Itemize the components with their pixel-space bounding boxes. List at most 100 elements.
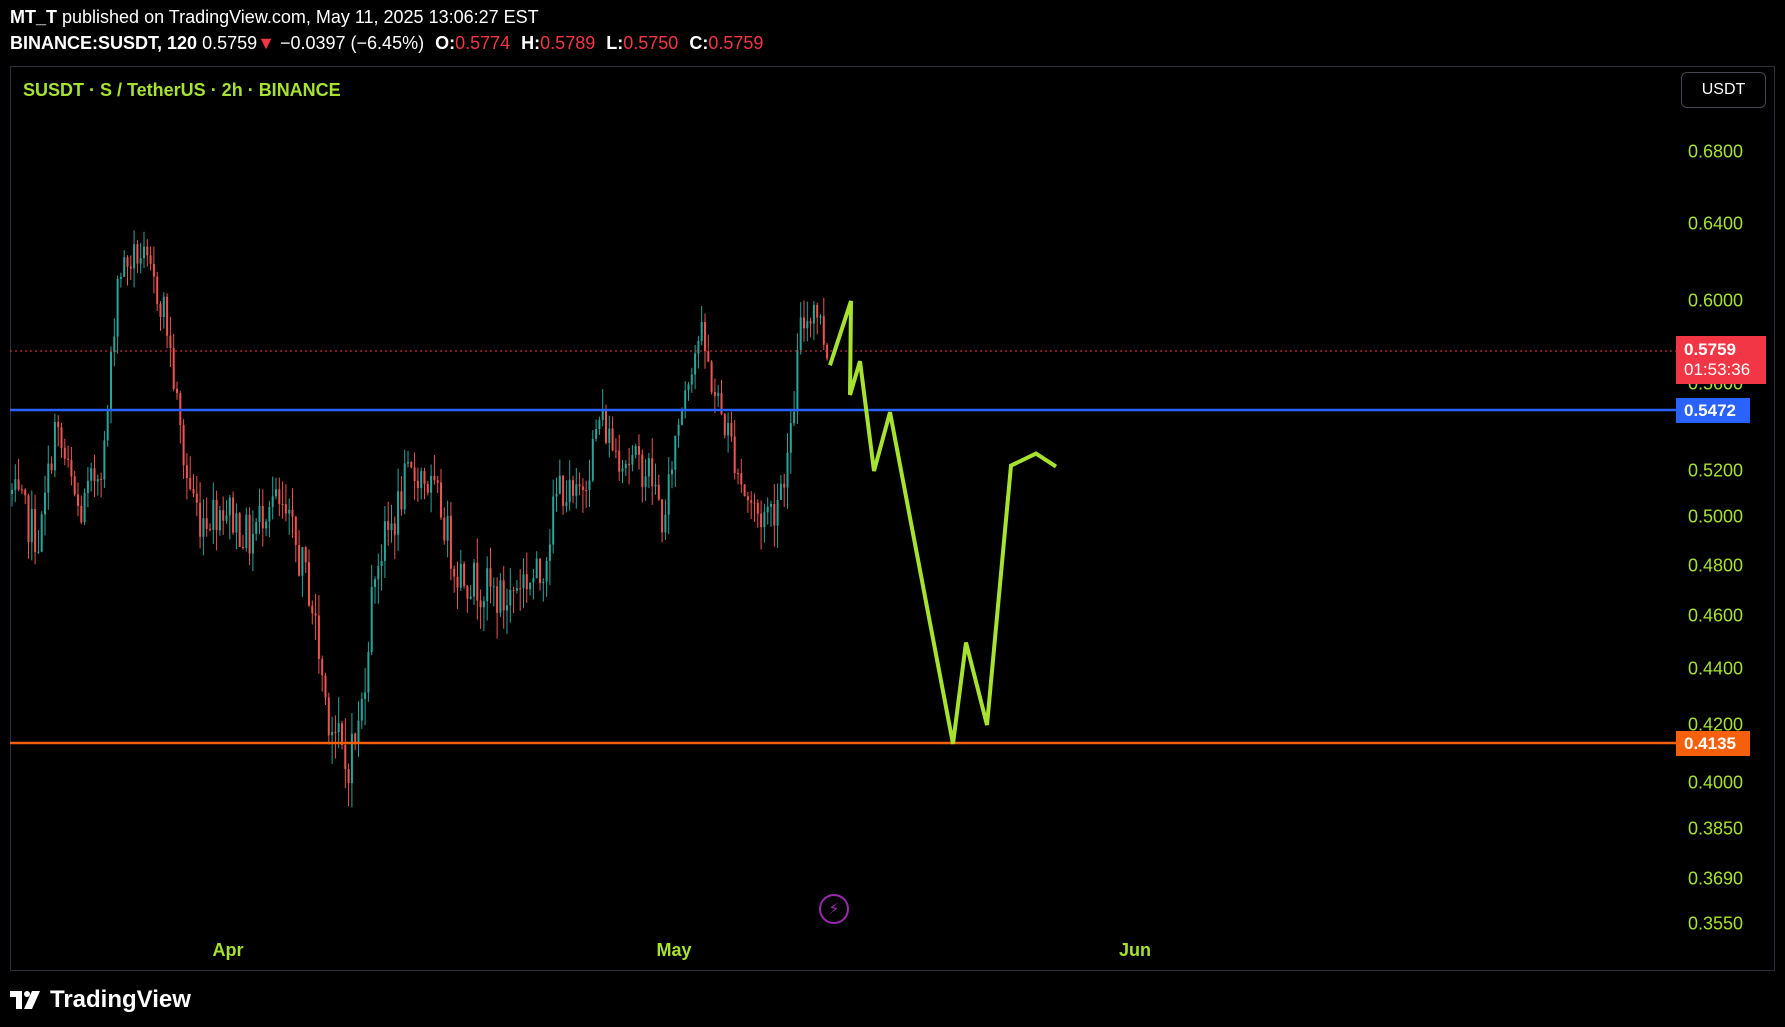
candle-body xyxy=(314,613,317,616)
candle-body xyxy=(463,563,466,586)
candle-body xyxy=(489,568,492,587)
candle-body xyxy=(469,596,472,599)
candle-body xyxy=(750,500,753,503)
candle-body xyxy=(90,468,93,481)
candle-body xyxy=(291,509,294,517)
candle-body xyxy=(205,518,208,529)
candle-body xyxy=(228,497,231,516)
candle-body xyxy=(565,502,568,506)
candle-body xyxy=(826,344,829,359)
candle-body xyxy=(710,361,713,393)
candle-body xyxy=(539,558,541,584)
candle-body xyxy=(486,568,489,602)
candle-body xyxy=(585,490,588,491)
candle-body xyxy=(515,588,518,591)
candle-body xyxy=(258,506,261,522)
candle-body xyxy=(499,580,502,613)
orange-level-badge: 0.4135 xyxy=(1676,731,1750,756)
candle-body xyxy=(558,475,561,494)
symbol-legend[interactable]: SUSDT · S / TetherUS · 2h · BINANCE xyxy=(23,80,341,101)
candle-body xyxy=(248,514,251,554)
candle-body xyxy=(294,516,297,545)
candle-body xyxy=(172,348,175,389)
candle-body xyxy=(152,263,155,277)
candle-body xyxy=(641,454,644,487)
candle-body xyxy=(60,427,63,448)
candle-body xyxy=(654,484,657,487)
candle-body xyxy=(311,605,314,614)
candle-body xyxy=(27,495,30,543)
candle-body xyxy=(162,296,165,317)
candle-body xyxy=(433,475,436,481)
candle-body xyxy=(555,493,558,497)
candle-body xyxy=(545,560,548,582)
candle-body xyxy=(812,304,815,324)
candle-body xyxy=(225,515,228,521)
price-tick: 0.6000 xyxy=(1688,290,1744,311)
candle-body xyxy=(321,658,324,676)
candle-body xyxy=(334,731,337,733)
candle-body xyxy=(575,484,578,496)
candle-body xyxy=(235,513,238,533)
price-chart[interactable] xyxy=(0,0,1785,1027)
time-tick-apr: Apr xyxy=(212,940,244,960)
candle-body xyxy=(212,500,215,530)
candle-body xyxy=(598,419,601,430)
candle-body xyxy=(694,353,697,375)
candle-body xyxy=(740,473,743,485)
candle-body xyxy=(661,499,664,533)
candle-body xyxy=(265,521,268,529)
price-tick: 0.5200 xyxy=(1688,460,1744,481)
blue-level-badge: 0.5472 xyxy=(1676,398,1750,423)
flash-icon[interactable]: ⚡ xyxy=(819,894,849,924)
candle-body xyxy=(30,509,33,543)
candle-body xyxy=(146,246,149,256)
candles-layer xyxy=(11,230,829,808)
candle-body xyxy=(410,462,413,468)
candle-body xyxy=(473,562,475,597)
price-tick: 0.4000 xyxy=(1688,772,1744,793)
price-tick: 0.3690 xyxy=(1688,868,1744,889)
candle-body xyxy=(215,500,218,531)
candle-body xyxy=(456,576,459,588)
candle-body xyxy=(11,490,13,494)
candle-body xyxy=(525,574,528,590)
candle-body xyxy=(568,480,571,503)
candle-body xyxy=(393,523,396,535)
candle-body xyxy=(83,493,86,523)
candle-body xyxy=(779,483,782,500)
candle-body xyxy=(106,410,109,441)
currency-button[interactable]: USDT xyxy=(1681,72,1766,108)
candle-body xyxy=(383,521,386,561)
candle-body xyxy=(426,484,429,493)
projection-path[interactable] xyxy=(828,300,1058,745)
tradingview-logo[interactable]: TradingView xyxy=(10,986,191,1014)
candle-body xyxy=(40,514,43,552)
candle-body xyxy=(677,424,680,436)
candle-body xyxy=(73,476,76,495)
time-tick-may: May xyxy=(656,940,692,960)
candle-body xyxy=(245,514,248,548)
candle-body xyxy=(519,588,522,590)
candle-body xyxy=(344,745,347,770)
candle-body xyxy=(809,321,812,324)
candle-body xyxy=(324,675,327,698)
candle-body xyxy=(100,479,103,480)
candle-body xyxy=(126,257,129,267)
candle-body xyxy=(413,467,416,481)
price-tick: 0.4800 xyxy=(1688,555,1744,576)
candle-body xyxy=(350,733,353,784)
candle-body xyxy=(176,388,178,394)
candle-body xyxy=(770,504,772,507)
candle-body xyxy=(806,321,809,329)
candle-body xyxy=(271,496,274,507)
candle-body xyxy=(367,652,370,693)
candle-body xyxy=(631,454,634,465)
candle-body xyxy=(588,480,591,491)
candle-body xyxy=(796,350,799,412)
candle-body xyxy=(496,586,499,613)
candle-body xyxy=(766,506,769,513)
candle-body xyxy=(789,423,792,453)
candle-body xyxy=(459,563,462,588)
candle-body xyxy=(776,499,779,526)
